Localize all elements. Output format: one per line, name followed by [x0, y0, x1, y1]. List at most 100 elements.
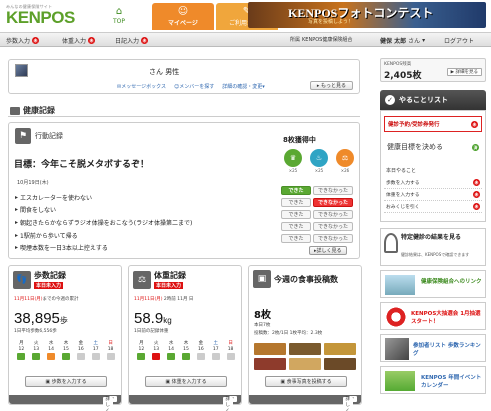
status-row: できた できなかった [281, 186, 353, 195]
steps-input-button[interactable]: ▣ 歩数を入力する [25, 376, 107, 387]
user-info[interactable]: 健保 太郎 さん ▾ [380, 36, 425, 45]
meal-photo[interactable] [324, 358, 356, 370]
weight-value: 58.9kg [134, 310, 172, 327]
action-detail-button[interactable]: ▸詳しく見る [309, 246, 347, 255]
meal-detail-button[interactable]: ▸詳しく見る [342, 396, 357, 411]
points-detail-button[interactable]: ▶ 詳細を見る [446, 68, 482, 76]
medal-action: ♛ ×25 [283, 149, 303, 173]
walk-icon [91, 353, 100, 360]
arrow-down-icon [181, 353, 190, 360]
profile-name: さん 男性 [149, 68, 180, 76]
sub-toolbar: 歩数入力 未 体重入力 未 日記入力 未 所属 KENPOS健康保険組合 健保 … [0, 32, 491, 47]
arrow-icon [226, 353, 235, 360]
tab-mypage[interactable]: ☺ マイページ [152, 3, 214, 30]
not-done-button[interactable]: できなかった [313, 186, 353, 195]
list-item[interactable]: 歩数を入力する未 [384, 177, 482, 189]
event-calendar-banner[interactable]: KENPOS 年間イベントカレンダー [380, 366, 486, 394]
list-item[interactable]: おみくじを引く未 [384, 201, 482, 213]
meal-photo[interactable] [324, 343, 356, 355]
weight-card-footer: ▸詳しく見る [129, 395, 241, 411]
weight-entry-link[interactable]: 体重入力 未 [62, 36, 96, 45]
checkup-results-title: 特定健診の結果を見る [401, 234, 462, 241]
not-done-button[interactable]: できなかった [313, 234, 353, 243]
notebook-icon [10, 106, 20, 115]
meal-photo[interactable] [254, 343, 286, 355]
meal-photo[interactable] [254, 358, 286, 370]
steps-card: 👣 歩数記録 本日未入力 11月11日(月)までの今週の累計 38,895歩 1… [8, 265, 122, 411]
home-icon: ⌂ [115, 6, 123, 17]
meal-card-footer: ▸詳しく見る [249, 395, 361, 411]
done-button[interactable]: できた [281, 186, 311, 195]
walk-icon [106, 353, 115, 360]
steps-week-grid: 月火水木金土日 12 13 14 15 16 17 18 [14, 340, 118, 360]
scale-icon: ⚖ [336, 149, 354, 167]
action-record-header: ⚑ 行動記録 [15, 128, 63, 144]
done-button[interactable]: できた [281, 210, 311, 219]
footprint-icon: 👣 [13, 270, 31, 289]
checkup-reservation-link[interactable]: 健診予約/受診券発行 未 [384, 116, 482, 132]
kenpos-logo[interactable]: みんなの健康保険サイト KENPOS [6, 4, 75, 26]
edit-details-link[interactable]: 詳細の確認・変更▾ [222, 83, 265, 90]
not-done-button[interactable]: できなかった [313, 198, 353, 207]
photo-contest-banner[interactable]: KENPOSフォトコンテスト 写真を投稿しよう！ [248, 2, 486, 28]
logout-link[interactable]: ログアウト [444, 36, 474, 45]
unentered-badge: 未 [32, 37, 40, 44]
steps-average: 1日平均歩数6,556歩 [14, 329, 57, 334]
meal-photo[interactable] [289, 358, 321, 370]
more-button[interactable]: ▸ もっと見る [309, 81, 353, 90]
status-row: できた できなかった [281, 234, 353, 243]
done-button[interactable]: できた [281, 198, 311, 207]
set-health-goal-link[interactable]: 健康目標を決める 済 [384, 139, 482, 155]
not-entered-badge: 本日未入力 [154, 282, 184, 289]
action-status-grid: できた できなかった できた できなかった できた できなかった できた できな… [281, 186, 353, 246]
org-label: 所属 [290, 37, 301, 43]
points-value: 2,405枚 [384, 71, 422, 81]
done-button[interactable]: できた [281, 222, 311, 231]
ranking-banner[interactable]: 参加者リスト 歩数ランキング [380, 334, 486, 362]
steps-entry-link[interactable]: 歩数入力 未 [6, 36, 40, 45]
meal-photo[interactable] [289, 343, 321, 355]
checkup-results-link[interactable]: 特定健診の結果を見る 健診結果は、KENPOSで確認できます [380, 228, 486, 266]
unentered-badge: 未 [473, 191, 480, 198]
weight-week-grid: 月火水木金土日 12 13 14 15 16 17 18 [134, 340, 238, 360]
avatar[interactable] [15, 64, 28, 77]
not-done-button[interactable]: できなかった [313, 222, 353, 231]
meal-meta: 本日7枚 投稿数：2枚/1日 1枚平均：2.3枚 [254, 323, 323, 336]
diary-entry-link[interactable]: 日記入力 未 [115, 36, 149, 45]
find-members-link[interactable]: ☺メンバーを探す [174, 83, 214, 90]
arrow-down-icon [137, 353, 146, 360]
unentered-badge: 未 [473, 179, 480, 186]
medal-weight: ⚖ ×26 [335, 149, 355, 173]
medals-count: 8枚獲得中 [283, 136, 316, 144]
chevron-right-icon: ▸ [316, 83, 320, 89]
pin-icon: ▸ [15, 218, 19, 226]
insurer-link-banner[interactable]: 健康保険組合へのリンク [380, 270, 486, 298]
record-date: 10月19日(木) [17, 180, 49, 186]
status-row: できた できなかった [281, 222, 353, 231]
weight-detail-button[interactable]: ▸詳しく見る [222, 396, 237, 411]
steps-card-header: 👣 歩数記録 本日未入力 [13, 270, 66, 289]
target-icon [385, 306, 407, 328]
points-panel: KENPOS残高 2,405枚 ▶ 詳細を見る [380, 58, 486, 82]
walk-icon [32, 353, 41, 360]
not-done-button[interactable]: できなかった [313, 210, 353, 219]
steps-detail-button[interactable]: ▸詳しく見る [102, 396, 117, 411]
weight-card: ⚖ 体重記録 本日未入力 11月11日(月) 2時前 11月 日 58.9kg … [128, 265, 242, 411]
meal-icon: ♨ [310, 149, 328, 167]
lottery-banner[interactable]: KENPOS大抽選会 1月抽選スタート！ [380, 302, 486, 330]
done-button[interactable]: できた [281, 234, 311, 243]
tab-mypage-label: マイページ [168, 20, 198, 27]
action-list: ▸ エスカレーターを使わない ▸ 間食をしない ▸ 朝起きたらかならずラジオ体操をおこ… [15, 191, 192, 254]
meal-post-button[interactable]: ▣ 食事写真を投稿する [265, 376, 347, 387]
divider [8, 116, 360, 117]
list-item[interactable]: 体重を入力する未 [384, 189, 482, 201]
message-box-link[interactable]: ✉メッセージボックス [117, 83, 166, 90]
tab-top[interactable]: ⌂ TOP [88, 3, 150, 30]
meal-card-header: ▣ 今週の食事投稿数 [253, 270, 338, 288]
status-row: できた できなかった [281, 198, 353, 207]
weight-input-button[interactable]: ▣ 体重を入力する [145, 376, 227, 387]
action-item: ▸ エスカレーターを使わない [15, 193, 93, 202]
arrow-icon [211, 353, 220, 360]
building-icon [385, 275, 415, 295]
action-record-panel: ⚑ 行動記録 目標：今年こそ脱メタボするぞ！ 10月19日(木) ▸ エスカレータ… [8, 122, 360, 259]
